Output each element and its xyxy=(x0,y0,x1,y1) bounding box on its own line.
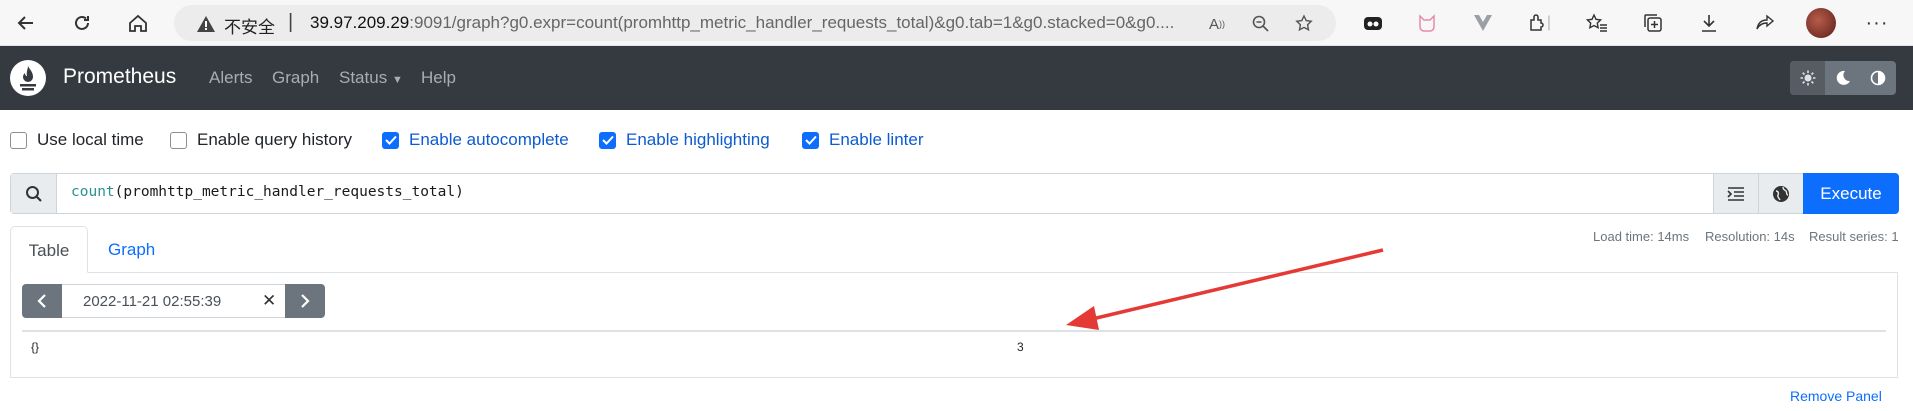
evaluation-time-picker: 2022-11-21 02:55:39 ✕ xyxy=(22,284,325,318)
checkbox[interactable] xyxy=(10,131,27,149)
resolution-stat: Resolution: 14s xyxy=(1705,229,1795,244)
expression-input-group: count(promhttp_metric_handler_requests_t… xyxy=(10,173,1899,214)
browser-toolbar: 不安全 | 39.97.209.29:9091/graph?g0.expr=co… xyxy=(0,0,1913,46)
extension-icon[interactable] xyxy=(1360,10,1386,36)
address-bar[interactable]: 不安全 | 39.97.209.29:9091/graph?g0.expr=co… xyxy=(174,5,1336,41)
cat-extension-icon[interactable] xyxy=(1414,10,1440,36)
evaluation-time-value: 2022-11-21 02:55:39 xyxy=(83,293,222,310)
tab-table[interactable]: Table xyxy=(10,226,88,273)
dark-theme-icon[interactable] xyxy=(1825,61,1860,95)
status-label: Status xyxy=(339,68,388,87)
checkbox-checked-icon[interactable] xyxy=(802,131,819,149)
chevron-down-icon: ▼ xyxy=(391,74,403,86)
query-args: (promhttp_metric_handler_requests_total) xyxy=(114,184,464,200)
insecure-label: 不安全 xyxy=(224,18,275,37)
search-icon xyxy=(11,174,57,213)
tab-graph[interactable]: Graph xyxy=(108,226,155,273)
refresh-icon[interactable] xyxy=(67,8,97,38)
clear-icon[interactable]: ✕ xyxy=(262,291,276,311)
warning-icon xyxy=(196,15,216,38)
execute-button[interactable]: Execute xyxy=(1803,173,1899,214)
option-label: Use local time xyxy=(37,130,144,149)
nav-link-status[interactable]: Status ▼ xyxy=(339,68,403,88)
auto-theme-icon[interactable] xyxy=(1860,61,1895,95)
url-text[interactable]: 39.97.209.29:9091/graph?g0.expr=count(pr… xyxy=(310,13,1180,33)
metrics-explorer-icon[interactable] xyxy=(1758,174,1803,213)
prometheus-logo[interactable] xyxy=(10,60,46,96)
series-value-cell: 3 xyxy=(1017,340,1024,354)
result-series-stat: Result series: 1 xyxy=(1809,229,1899,244)
option-use-local-time[interactable]: Use local time xyxy=(10,129,144,151)
nav-link-help[interactable]: Help xyxy=(421,68,456,88)
series-labels-cell: {} xyxy=(31,340,40,354)
downloads-icon[interactable] xyxy=(1696,10,1722,36)
option-label: Enable highlighting xyxy=(626,130,770,149)
collections-icon[interactable] xyxy=(1640,10,1666,36)
prometheus-navbar: Prometheus Alerts Graph Status ▼ Help xyxy=(0,46,1913,110)
option-label: Enable query history xyxy=(197,130,352,149)
evaluation-time-input[interactable]: 2022-11-21 02:55:39 ✕ xyxy=(62,284,285,318)
more-icon[interactable]: ··· xyxy=(1864,10,1890,36)
option-label: Enable autocomplete xyxy=(409,130,569,149)
read-aloud-icon[interactable]: A)) xyxy=(1206,13,1228,35)
zoom-icon[interactable] xyxy=(1250,13,1272,35)
checkbox-checked-icon[interactable] xyxy=(382,131,399,149)
back-icon[interactable] xyxy=(11,8,41,38)
favorite-add-icon[interactable] xyxy=(1294,13,1316,35)
profile-avatar[interactable] xyxy=(1806,8,1836,38)
nav-link-alerts[interactable]: Alerts xyxy=(209,68,252,88)
option-label: Enable linter xyxy=(829,130,924,149)
chevron-left-icon[interactable] xyxy=(22,284,62,318)
load-time-stat: Load time: 14ms xyxy=(1593,229,1690,244)
address-separator: | xyxy=(288,11,294,33)
vue-extension-icon[interactable] xyxy=(1470,10,1496,36)
remove-panel-link[interactable]: Remove Panel xyxy=(1790,388,1882,404)
url-host: 39.97.209.29 xyxy=(310,13,410,32)
url-path: :9091/graph?g0.expr=count(promhttp_metri… xyxy=(409,13,1175,32)
puzzle-icon[interactable] xyxy=(1524,10,1550,36)
brand-title[interactable]: Prometheus xyxy=(63,65,176,89)
option-enable-highlighting[interactable]: Enable highlighting xyxy=(599,129,770,151)
query-function: count xyxy=(71,184,115,200)
theme-toggle-group xyxy=(1790,61,1896,95)
favorites-icon[interactable] xyxy=(1584,10,1610,36)
option-enable-linter[interactable]: Enable linter xyxy=(802,129,924,151)
share-icon[interactable] xyxy=(1752,10,1778,36)
expression-input[interactable]: count(promhttp_metric_handler_requests_t… xyxy=(71,184,464,200)
light-theme-icon[interactable] xyxy=(1790,61,1825,95)
option-enable-autocomplete[interactable]: Enable autocomplete xyxy=(382,129,569,151)
checkbox[interactable] xyxy=(170,131,187,149)
nav-link-graph[interactable]: Graph xyxy=(272,68,319,88)
table-panel: 2022-11-21 02:55:39 ✕ {} 3 xyxy=(10,272,1898,378)
checkbox-checked-icon[interactable] xyxy=(599,131,616,149)
chevron-right-icon[interactable] xyxy=(285,284,325,318)
table-divider xyxy=(22,330,1886,332)
option-enable-query-history[interactable]: Enable query history xyxy=(170,129,352,151)
home-icon[interactable] xyxy=(123,8,153,38)
format-expression-icon[interactable] xyxy=(1713,174,1758,213)
